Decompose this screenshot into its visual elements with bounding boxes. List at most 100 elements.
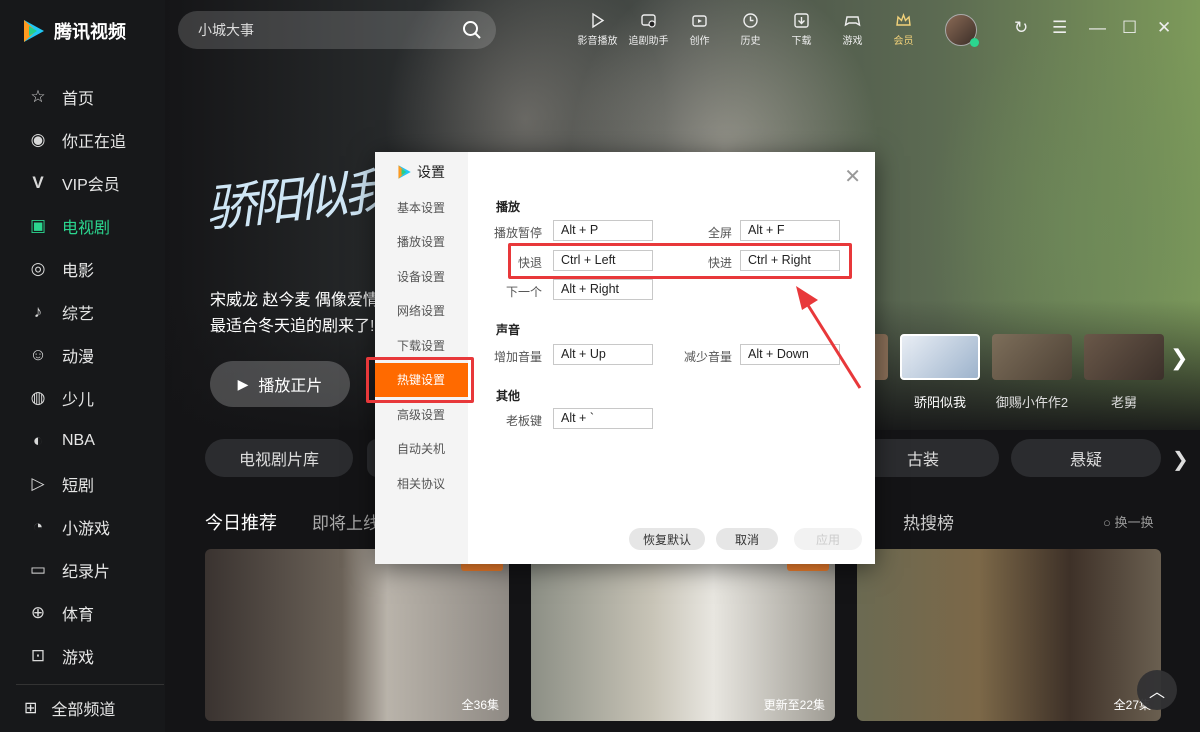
sidebar-item-tv[interactable]: ▣ 电视剧 xyxy=(0,204,165,247)
settings-menu-basic[interactable]: 基本设置 xyxy=(375,190,468,225)
thumb-image xyxy=(992,334,1072,380)
video-card[interactable]: 更新至22集 xyxy=(531,549,835,721)
sidebar-item-label: 少儿 xyxy=(62,391,95,409)
back-to-top-button[interactable]: ︿ xyxy=(1137,670,1177,710)
toolbar-label: 游戏 xyxy=(842,36,863,47)
hero-thumb-selected[interactable]: 骄阳似我 xyxy=(900,334,980,411)
section-sound: 声音 xyxy=(496,323,521,337)
settings-header: 设置 xyxy=(396,162,445,182)
toolbar-vip[interactable]: 会员 xyxy=(878,12,929,47)
hotkey-play-pause-field[interactable]: Alt + P xyxy=(553,220,653,241)
online-status-dot xyxy=(970,38,979,47)
sidebar-item-game[interactable]: ⊡ 游戏 xyxy=(0,634,165,677)
chevron-right-icon[interactable]: ❯ xyxy=(1170,345,1188,371)
hotkey-fullscreen-field[interactable]: Alt + F xyxy=(740,220,840,241)
hotkey-volume-up-field[interactable]: Alt + Up xyxy=(553,344,653,365)
tab-hot-search[interactable]: 热搜榜 xyxy=(903,509,954,534)
video-card[interactable]: 全36集 xyxy=(205,549,509,721)
toolbar-download[interactable]: 下载 xyxy=(776,12,827,47)
sidebar-item-label: NBA xyxy=(62,431,95,449)
restore-defaults-button[interactable]: 恢复默认 xyxy=(629,528,705,550)
sidebar-item-sports[interactable]: ⊕ 体育 xyxy=(0,591,165,634)
variety-icon: ♪ xyxy=(33,301,43,321)
toolbar-assistant[interactable]: 追剧助手 xyxy=(623,12,674,47)
highlight-box-hotkey-menu xyxy=(366,357,474,403)
short-drama-icon: ▷ xyxy=(31,473,45,493)
play-button-label: 播放正片 xyxy=(258,378,323,395)
pill-label: 古装 xyxy=(906,452,939,469)
minigame-icon: ◔ xyxy=(32,516,44,536)
sidebar-item-variety[interactable]: ♪ 综艺 xyxy=(0,290,165,333)
sidebar-item-anime[interactable]: ☺ 动漫 xyxy=(0,333,165,376)
toolbar-player[interactable]: 影音播放 xyxy=(572,12,623,47)
sidebar-item-kids[interactable]: ◍ 少儿 xyxy=(0,376,165,419)
refresh-icon[interactable]: ↻ xyxy=(1014,18,1028,38)
sidebar-item-label: 小游戏 xyxy=(62,520,111,538)
tencent-video-logo-icon xyxy=(398,165,411,179)
maximize-icon[interactable]: ☐ xyxy=(1122,18,1137,38)
sidebar-item-label: 电视剧 xyxy=(62,219,111,237)
chevron-up-icon: ︿ xyxy=(1148,684,1165,701)
nba-icon: ◐ xyxy=(32,430,44,450)
sidebar-item-nba[interactable]: ◐ NBA xyxy=(0,419,165,462)
documentary-icon: ▭ xyxy=(29,559,47,579)
video-card[interactable]: 全27集 xyxy=(857,549,1161,721)
close-window-icon[interactable]: ✕ xyxy=(1157,18,1171,38)
app-logo[interactable]: 腾讯视频 xyxy=(20,18,126,44)
sidebar-item-documentary[interactable]: ▭ 纪录片 xyxy=(0,548,165,591)
assistant-icon xyxy=(641,14,656,28)
sidebar-item-label: 体育 xyxy=(62,606,95,624)
search-icon[interactable] xyxy=(462,20,482,40)
settings-menu-playback[interactable]: 播放设置 xyxy=(375,225,468,260)
refresh-button[interactable]: ○ 换一换 xyxy=(1103,512,1154,531)
hero-thumb[interactable]: 老舅 xyxy=(1084,334,1164,411)
section-title[interactable]: 今日推荐 xyxy=(205,509,277,535)
sidebar-item-label: 电影 xyxy=(62,262,95,280)
sidebar-item-label: 短剧 xyxy=(62,477,95,495)
settings-menu-network[interactable]: 网络设置 xyxy=(375,294,468,329)
settings-menu-agreements[interactable]: 相关协议 xyxy=(375,466,468,501)
play-button[interactable]: ▶ 播放正片 xyxy=(210,361,350,407)
settings-menu-auto-shutdown[interactable]: 自动关机 xyxy=(375,432,468,467)
toolbar-create[interactable]: 创作 xyxy=(674,12,725,47)
refresh-icon: ○ xyxy=(1103,515,1111,530)
toolbar-label: 影音播放 xyxy=(577,36,618,47)
hero-thumbnails: 骄阳似我 御赐小仵作2 老舅 xyxy=(870,334,1164,411)
toolbar-label: 历史 xyxy=(740,36,761,47)
toolbar-history[interactable]: 历史 xyxy=(725,12,776,47)
label-volume-down: 减少音量 xyxy=(683,350,732,364)
chevron-right-icon[interactable]: ❯ xyxy=(1172,447,1189,472)
sidebar-item-short-drama[interactable]: ▷ 短剧 xyxy=(0,462,165,505)
label-fullscreen: 全屏 xyxy=(707,226,732,240)
sidebar-item-label: 纪录片 xyxy=(62,563,111,581)
category-pill[interactable]: 悬疑 xyxy=(1011,439,1161,477)
thumb-label: 御赐小仵作2 xyxy=(995,395,1069,410)
toolbar-games[interactable]: 游戏 xyxy=(827,12,878,47)
menu-icon[interactable]: ☰ xyxy=(1052,18,1067,38)
hotkey-next-field[interactable]: Alt + Right xyxy=(553,279,653,300)
pill-label: 电视剧片库 xyxy=(238,452,319,469)
eye-icon: ◉ xyxy=(30,129,46,149)
minimize-icon[interactable]: — xyxy=(1089,18,1106,38)
tencent-video-logo-icon xyxy=(24,20,44,42)
section-play: 播放 xyxy=(496,200,521,214)
search-input[interactable]: 小城大事 xyxy=(178,11,496,49)
sidebar-item-vip[interactable]: V VIP会员 xyxy=(0,161,165,204)
sidebar-item-home[interactable]: ☆ 首页 xyxy=(0,75,165,118)
all-channels-button[interactable]: ⊞ 全部频道 xyxy=(24,696,115,720)
category-pill[interactable]: 电视剧片库 xyxy=(205,439,353,477)
close-icon[interactable]: ✕ xyxy=(844,164,861,189)
hotkey-boss-key-field[interactable]: Alt + ` xyxy=(553,408,653,429)
sidebar-item-minigame[interactable]: ◔ 小游戏 xyxy=(0,505,165,548)
label-play-pause: 播放暂停 xyxy=(493,226,542,240)
hotkey-volume-down-field[interactable]: Alt + Down xyxy=(740,344,840,365)
settings-menu-device[interactable]: 设备设置 xyxy=(375,259,468,294)
cancel-button[interactable]: 取消 xyxy=(716,528,778,550)
sidebar-item-following[interactable]: ◉ 你正在追 xyxy=(0,118,165,161)
sidebar-item-movie[interactable]: ◎ 电影 xyxy=(0,247,165,290)
apply-button[interactable]: 应用 xyxy=(794,528,862,550)
hero-thumb[interactable]: 御赐小仵作2 xyxy=(992,334,1072,411)
gamepad-icon xyxy=(844,16,861,27)
sidebar-item-label: 你正在追 xyxy=(62,133,127,151)
tab-upcoming[interactable]: 即将上线 xyxy=(312,509,380,534)
